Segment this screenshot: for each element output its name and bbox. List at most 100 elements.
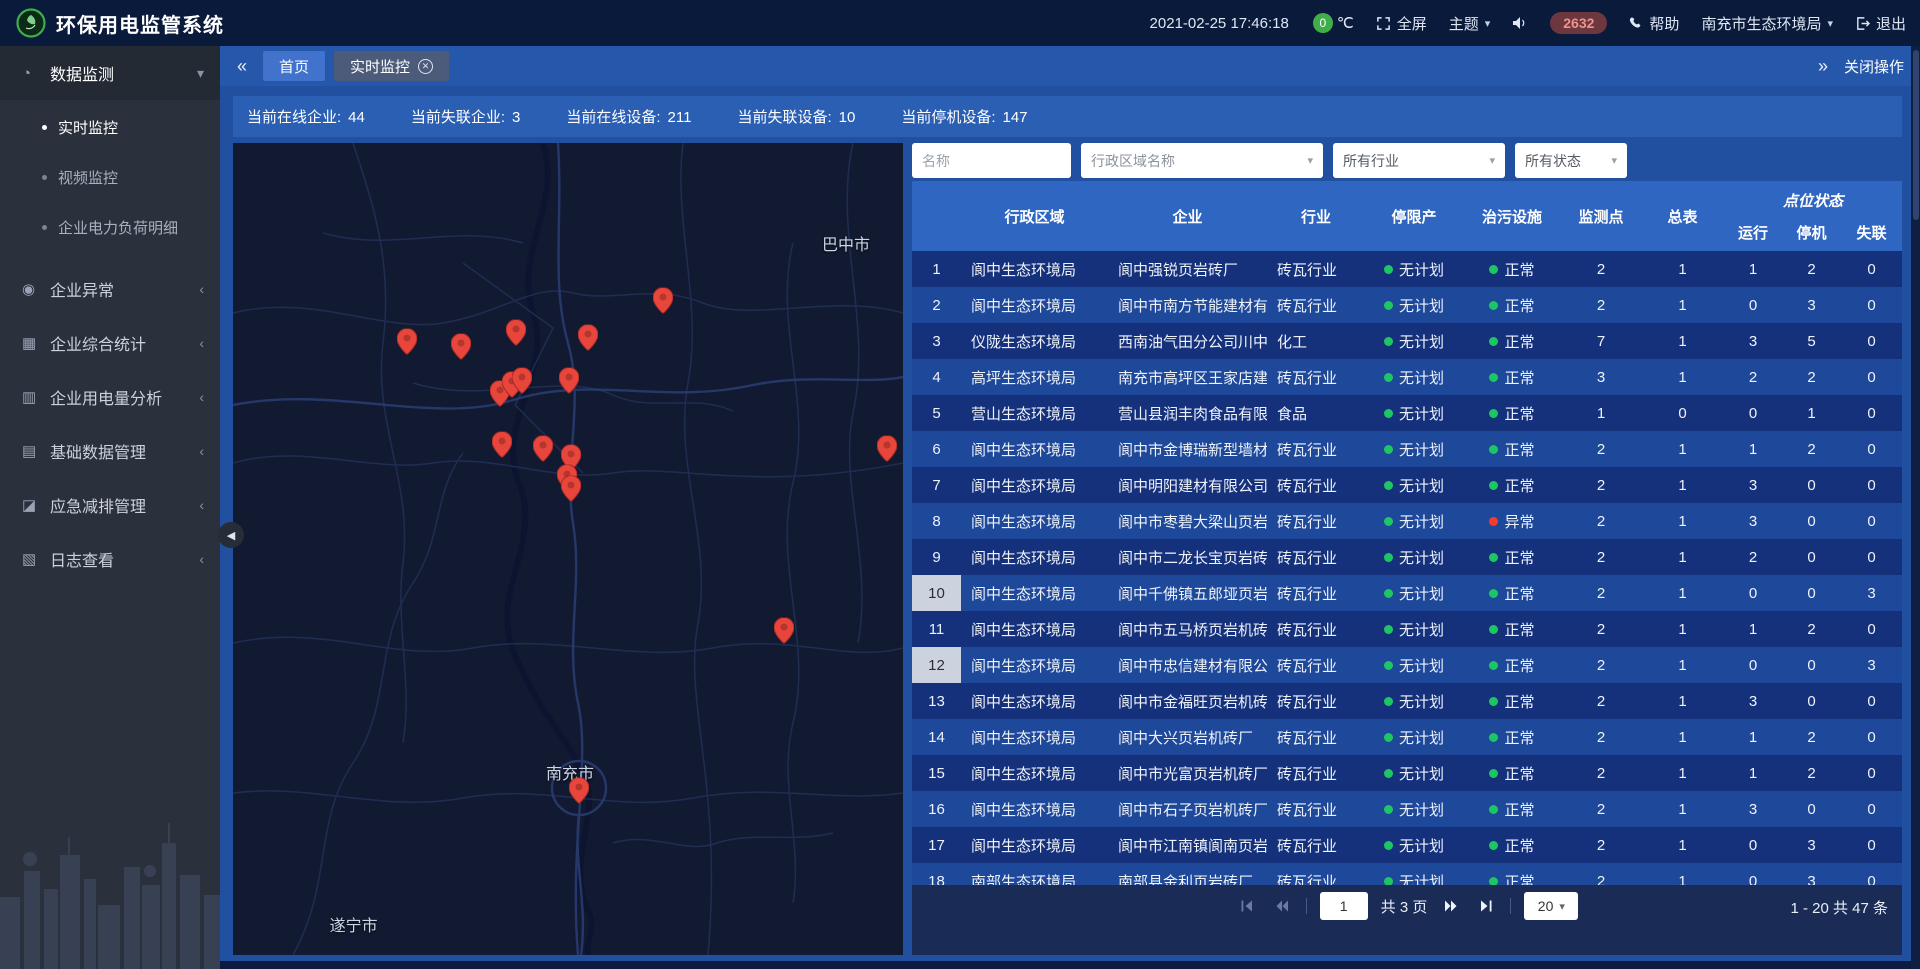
sidebar-group[interactable]: ◪应急减排管理‹ [0,478,220,532]
cell-monitor-points: 2 [1561,297,1641,314]
table-row[interactable]: 5营山生态环境局营山县润丰肉食品有限食品无计划正常10010 [912,395,1902,431]
sidebar-group[interactable]: ◔数据监测▾ [0,46,220,100]
sidebar-item-label: 视频监控 [58,167,118,188]
sidebar-group[interactable]: ▦企业综合统计‹ [0,316,220,370]
table-row[interactable]: 12阆中生态环境局阆中市忠信建材有限公砖瓦行业无计划正常21003 [912,647,1902,683]
cell-industry: 砖瓦行业 [1267,655,1365,676]
row-index: 11 [912,611,961,647]
stat-value: 211 [668,109,692,126]
map-pin[interactable] [774,618,794,649]
map-pin[interactable] [397,329,417,360]
map-pin[interactable] [653,287,673,318]
cell-stop-status-label: 无计划 [1399,799,1444,820]
map-pin[interactable] [512,368,532,399]
sidebar-group[interactable]: ◉企业异常‹ [0,262,220,316]
table-row[interactable]: 4高坪生态环境局南充市高坪区王家店建砖瓦行业无计划正常31220 [912,359,1902,395]
cell-monitor-points: 3 [1561,369,1641,386]
map-pin[interactable] [506,319,526,350]
sidebar-menu: ◔数据监测▾实时监控视频监控企业电力负荷明细 ◉企业异常‹▦企业综合统计‹▥企业用… [0,46,220,586]
status-filter-value: 所有状态 [1525,151,1581,171]
cell-facility-status: 正常 [1463,727,1561,748]
prev-page-button[interactable] [1271,895,1293,917]
scrollbar-thumb[interactable] [1913,50,1919,220]
table-row[interactable]: 3仪陇生态环境局西南油气田分公司川中化工无计划正常71350 [912,323,1902,359]
map-pin[interactable] [533,435,553,466]
help-button[interactable]: 帮助 [1629,13,1679,34]
table-row[interactable]: 10阆中生态环境局阆中千佛镇五郎垭页岩砖瓦行业无计划正常21003 [912,575,1902,611]
table-row[interactable]: 7阆中生态环境局阆中明阳建材有限公司砖瓦行业无计划正常21300 [912,467,1902,503]
sidebar-group[interactable]: ▧日志查看‹ [0,532,220,586]
map-pin[interactable] [877,435,897,466]
page-size-select[interactable]: 20 ▾ [1524,892,1578,920]
table-row[interactable]: 13阆中生态环境局阆中市金福旺页岩机砖砖瓦行业无计划正常21300 [912,683,1902,719]
industry-filter-select[interactable]: 所有行业 ▾ [1333,143,1505,178]
status-dot-icon [1384,769,1393,778]
cell-run-count: 1 [1724,621,1782,638]
name-filter-input[interactable] [912,143,1071,178]
col-region: 行政区域 [961,181,1108,251]
map-pin[interactable] [559,367,579,398]
sidebar-collapse-button[interactable]: ◀ [218,522,244,548]
table-row[interactable]: 8阆中生态环境局阆中市枣碧大梁山页岩砖瓦行业无计划异常21300 [912,503,1902,539]
pin-icon [569,778,589,804]
cell-region: 南部生态环境局 [961,871,1108,886]
sidebar-group[interactable]: ▥企业用电量分析‹ [0,370,220,424]
cell-halt-count: 3 [1782,873,1841,886]
status-dot-icon [1384,841,1393,850]
temperature-value: 0 [1313,13,1333,33]
stat-label: 当前在线企业: [247,109,341,126]
last-page-button[interactable] [1475,895,1497,917]
tabs-scroll-right-button[interactable]: » [1811,57,1835,75]
cell-enterprise: 阆中强锐页岩砖厂 [1108,259,1267,280]
close-operations-dropdown[interactable]: 关闭操作 [1844,56,1904,77]
table-row[interactable]: 11阆中生态环境局阆中市五马桥页岩机砖砖瓦行业无计划正常21120 [912,611,1902,647]
next-page-button[interactable] [1440,895,1462,917]
table-row[interactable]: 14阆中生态环境局阆中大兴页岩机砖厂砖瓦行业无计划正常21120 [912,719,1902,755]
cell-facility-status: 正常 [1463,331,1561,352]
announcement-button[interactable] [1512,16,1528,30]
region-filter-select[interactable]: 行政区域名称 ▾ [1081,143,1323,178]
col-facility-status: 治污设施 [1463,181,1561,251]
table-row[interactable]: 6阆中生态环境局阆中市金博瑞新型墙材砖瓦行业无计划正常21120 [912,431,1902,467]
map-canvas[interactable]: 巴中市南充市遂宁市 [233,143,903,955]
fullscreen-button[interactable]: 全屏 [1376,13,1427,34]
table-row[interactable]: 16阆中生态环境局阆中市石子页岩机砖厂砖瓦行业无计划正常21300 [912,791,1902,827]
map-pin[interactable] [451,334,471,365]
map-pin[interactable] [569,778,589,809]
map-pin[interactable] [561,475,581,506]
tab-home[interactable]: 首页 [263,51,325,81]
pin-icon [559,367,579,393]
table-row[interactable]: 1阆中生态环境局阆中强锐页岩砖厂砖瓦行业无计划正常21120 [912,251,1902,287]
table-row[interactable]: 2阆中生态环境局阆中市南方节能建材有砖瓦行业无计划正常21030 [912,287,1902,323]
sidebar-item[interactable]: 企业电力负荷明细 [0,202,220,252]
cell-facility-status: 正常 [1463,295,1561,316]
table-row[interactable]: 17阆中生态环境局阆中市江南镇阆南页岩砖瓦行业无计划正常21030 [912,827,1902,863]
table-body: 1阆中生态环境局阆中强锐页岩砖厂砖瓦行业无计划正常211202阆中生态环境局阆中… [912,251,1902,885]
col-index [912,181,961,251]
cell-industry: 化工 [1267,331,1365,352]
scrollbar[interactable] [1911,46,1920,969]
cell-facility-status: 正常 [1463,367,1561,388]
org-dropdown[interactable]: 南充市生态环境局 ▾ [1701,13,1833,34]
table-row[interactable]: 9阆中生态环境局阆中市二龙长宝页岩砖砖瓦行业无计划正常21200 [912,539,1902,575]
table-row[interactable]: 15阆中生态环境局阆中市光富页岩机砖厂砖瓦行业无计划正常21120 [912,755,1902,791]
sidebar-item[interactable]: 视频监控 [0,152,220,202]
cell-stop-status: 无计划 [1365,763,1463,784]
row-index: 15 [912,755,961,791]
close-tab-icon[interactable]: ✕ [418,59,433,74]
tabs-scroll-left-button[interactable]: « [230,57,254,75]
map-pin[interactable] [578,325,598,356]
cell-stop-status-label: 无计划 [1399,547,1444,568]
sidebar-item[interactable]: 实时监控 [0,102,220,152]
table-row[interactable]: 18南部生态环境局南部县金利页岩砖厂砖瓦行业无计划正常21030 [912,863,1902,885]
notification-count-badge[interactable]: 2632 [1550,12,1607,34]
logout-button[interactable]: 退出 [1855,13,1906,34]
page-number-input[interactable] [1320,892,1368,920]
tab-realtime-monitor[interactable]: 实时监控 ✕ [334,51,449,81]
map-pin[interactable] [492,432,512,463]
theme-dropdown[interactable]: 主题 ▾ [1449,13,1491,34]
sidebar-group[interactable]: ▤基础数据管理‹ [0,424,220,478]
stat-item: 当前失联企业:3 [411,106,521,127]
first-page-button[interactable] [1236,895,1258,917]
status-filter-select[interactable]: 所有状态 ▾ [1515,143,1627,178]
